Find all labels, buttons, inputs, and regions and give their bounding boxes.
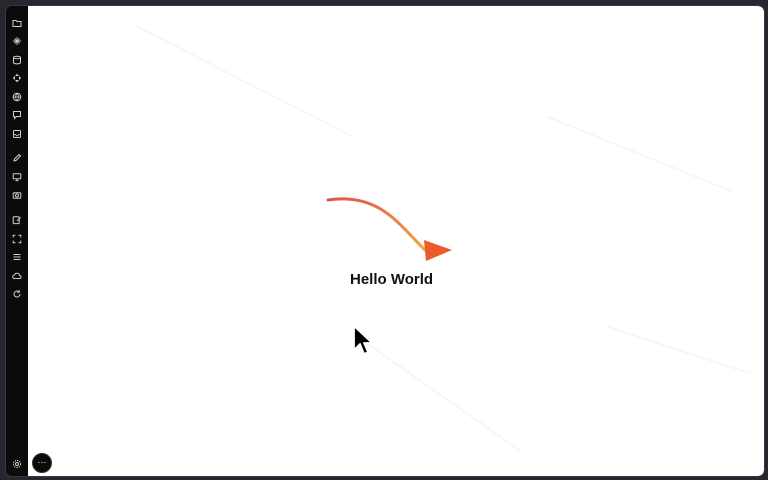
arrow-head xyxy=(424,240,452,261)
faint-trail xyxy=(356,336,522,453)
faint-trail xyxy=(607,326,751,375)
monitor-icon[interactable] xyxy=(11,171,23,183)
mouse-cursor-icon xyxy=(353,325,373,355)
edit-icon[interactable] xyxy=(11,214,23,226)
refresh-icon[interactable] xyxy=(11,288,23,300)
canvas[interactable]: Hello World xyxy=(28,6,764,476)
hello-world-text: Hello World xyxy=(350,271,434,288)
curved-arrow[interactable] xyxy=(320,186,460,266)
chat-icon[interactable] xyxy=(11,109,23,121)
sparkle-icon[interactable] xyxy=(11,35,23,47)
move-icon[interactable] xyxy=(11,72,23,84)
more-button[interactable]: ··· xyxy=(32,453,52,473)
cloud-icon[interactable] xyxy=(11,270,23,282)
arrow-stroke xyxy=(326,197,427,252)
inbox-icon[interactable] xyxy=(11,128,23,140)
database-icon[interactable] xyxy=(11,54,23,66)
list-icon[interactable] xyxy=(11,251,23,263)
folder-icon[interactable] xyxy=(11,17,23,29)
app-window: Hello World ··· xyxy=(6,6,764,476)
settings-icon[interactable] xyxy=(11,458,23,470)
globe-icon[interactable] xyxy=(11,91,23,103)
fullscreen-icon[interactable] xyxy=(11,233,23,245)
sidebar xyxy=(6,6,28,476)
camera-icon[interactable] xyxy=(11,189,23,201)
faint-trail xyxy=(547,116,734,193)
faint-trail xyxy=(137,26,352,137)
pencil-icon[interactable] xyxy=(11,152,23,164)
